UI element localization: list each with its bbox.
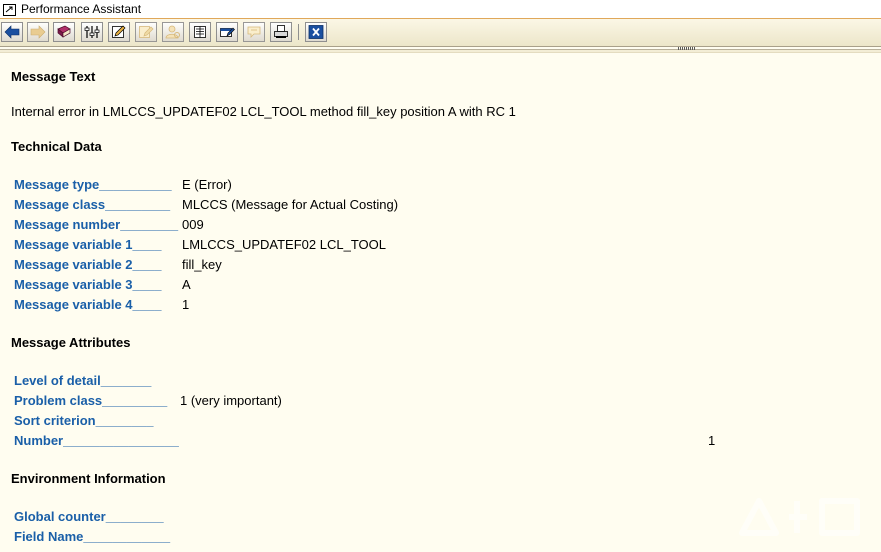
message-variable-4-label: Message variable 4____	[14, 297, 162, 312]
back-button[interactable]	[1, 22, 23, 42]
user-settings-button[interactable]	[162, 22, 184, 42]
message-class-value: MLCCS (Message for Actual Costing)	[182, 197, 399, 212]
title-bar: Performance Assistant	[0, 0, 881, 19]
level-of-detail-label: Level of detail_______	[14, 373, 152, 388]
message-class-label: Message class_________	[14, 197, 171, 212]
watermark-logo	[737, 497, 867, 542]
message-variable-1-value: LMLCCS_UPDATEF02 LCL_TOOL	[182, 237, 386, 252]
message-variable-2-value: fill_key	[182, 257, 222, 272]
forward-arrow-icon	[30, 25, 46, 39]
problem-class-label: Problem class_________	[14, 393, 168, 408]
window-icon	[3, 3, 16, 16]
problem-class-value: 1 (very important)	[180, 393, 282, 408]
user-settings-icon	[165, 25, 180, 39]
message-type-value: E (Error)	[182, 177, 232, 192]
glossary-button[interactable]	[189, 22, 211, 42]
toolbar-separator	[298, 24, 299, 40]
close-icon	[308, 25, 324, 39]
notepad-button[interactable]	[135, 22, 157, 42]
help-book-button[interactable]	[53, 22, 75, 42]
message-variable-4-value: 1	[182, 297, 190, 312]
window-title: Performance Assistant	[21, 2, 142, 16]
notepad-icon	[139, 26, 154, 38]
message-variable-3-label: Message variable 3____	[14, 277, 162, 292]
help-content: Message Text Internal error in LMLCCS_UP…	[0, 53, 881, 552]
release-notes-button[interactable]	[216, 22, 238, 42]
back-arrow-icon	[4, 25, 20, 39]
number-label: Number________________	[14, 433, 179, 448]
release-notes-icon	[220, 27, 235, 37]
technical-info-button[interactable]	[81, 22, 103, 42]
forward-button[interactable]	[27, 22, 49, 42]
technical-info-icon	[84, 26, 100, 38]
edit-icon	[112, 25, 126, 38]
message-variable-2-label: Message variable 2____	[14, 257, 162, 272]
feedback-button[interactable]	[243, 22, 265, 42]
help-book-icon	[57, 25, 71, 38]
edit-button[interactable]	[108, 22, 130, 42]
message-text: Internal error in LMLCCS_UPDATEF02 LCL_T…	[11, 104, 516, 119]
field-name-label: Field Name____________	[14, 529, 171, 544]
environment-information-heading: Environment Information	[11, 471, 166, 486]
message-number-label: Message number________	[14, 217, 179, 232]
toolbar	[0, 19, 881, 47]
message-variable-1-label: Message variable 1____	[14, 237, 162, 252]
feedback-icon	[247, 26, 261, 38]
message-number-value: 009	[182, 217, 204, 232]
glossary-icon	[194, 26, 206, 38]
number-value: 1	[708, 433, 716, 448]
print-button[interactable]	[270, 22, 292, 42]
performance-assistant-window: Performance Assistant Message Text Inter…	[0, 0, 881, 552]
message-text-heading: Message Text	[11, 69, 96, 84]
print-icon	[274, 25, 288, 38]
close-button[interactable]	[305, 22, 327, 42]
sort-criterion-label: Sort criterion________	[14, 413, 154, 428]
splitter-grip[interactable]	[678, 47, 696, 50]
global-counter-label: Global counter________	[14, 509, 164, 524]
technical-data-heading: Technical Data	[11, 139, 102, 154]
message-attributes-heading: Message Attributes	[11, 335, 131, 350]
message-variable-3-value: A	[182, 277, 191, 292]
message-type-label: Message type__________	[14, 177, 172, 192]
